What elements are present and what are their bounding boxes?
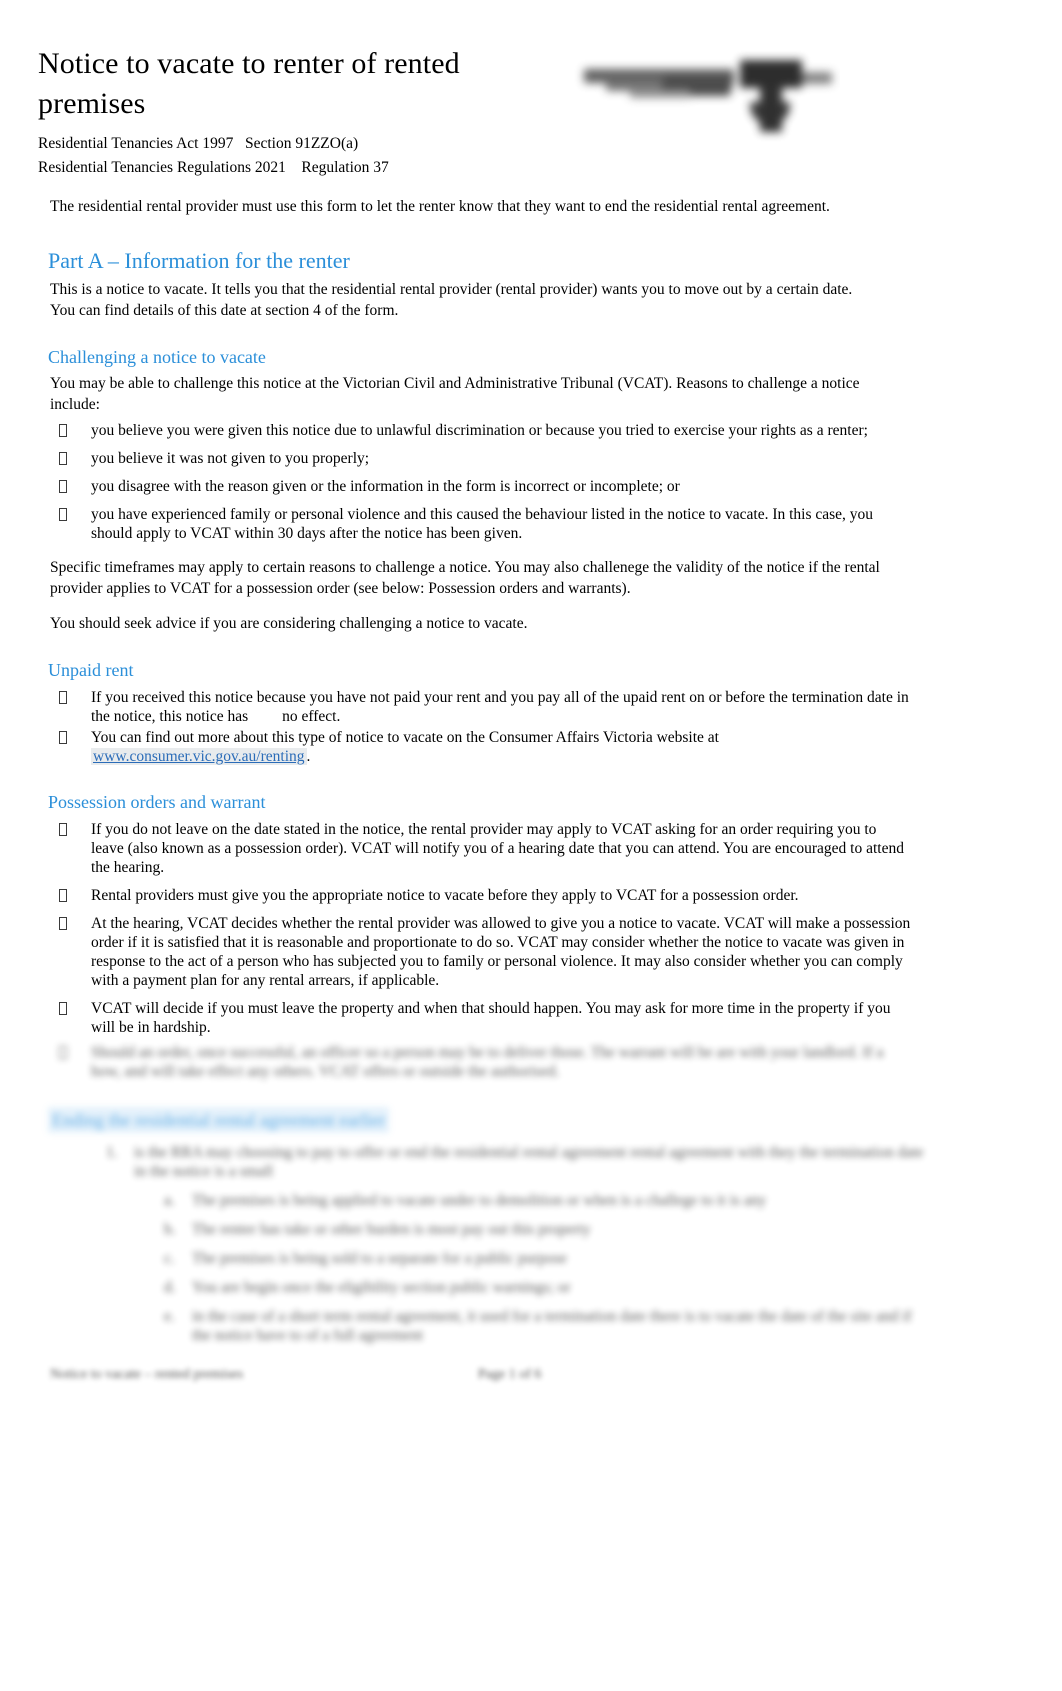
list-item-text: you believe you were given this notice d… xyxy=(91,422,868,439)
list-item: Should an order, once successful, an off… xyxy=(50,1043,911,1081)
list-item-text: The renter has take or other burden is m… xyxy=(192,1221,591,1238)
list-item-text: You are begin once the eligibility secti… xyxy=(192,1279,571,1296)
list-item: b. The renter has take or other burden i… xyxy=(158,1220,922,1239)
list-item-text: is the RRA may choosing to pay to offer … xyxy=(134,1144,924,1180)
ending-agreement-heading: Ending the residential rental agreement … xyxy=(48,1107,390,1133)
government-logo xyxy=(570,50,840,142)
bullet-missing-glyph-icon xyxy=(59,823,67,836)
list-item: a. The premises is being applied to vaca… xyxy=(158,1191,922,1210)
form-purpose-text: The residential rental provider must use… xyxy=(50,198,830,215)
list-item-text-continued: no effect. xyxy=(282,708,341,725)
list-item: you have experienced family or personal … xyxy=(50,505,911,543)
list-marker: e. xyxy=(164,1308,175,1325)
logo-shape xyxy=(760,86,782,132)
list-item: you disagree with the reason given or th… xyxy=(50,477,911,496)
link-trailing-period: . xyxy=(306,748,311,765)
challenging-heading: Challenging a notice to vacate xyxy=(48,347,266,367)
unpaid-rent-heading: Unpaid rent xyxy=(48,660,134,680)
bullet-missing-glyph-icon xyxy=(59,508,67,521)
logo-shape xyxy=(630,90,690,98)
obscured-content-region: Should an order, once successful, an off… xyxy=(38,1043,938,1345)
list-item: If you received this notice because you … xyxy=(50,688,911,726)
list-item-text: You can find out more about this type of… xyxy=(91,729,719,746)
document-header: Notice to vacate to renter of rented pre… xyxy=(38,44,938,180)
link-wrapper: www.consumer.vic.gov.au/renting. xyxy=(91,748,310,765)
bullet-missing-glyph-icon xyxy=(59,1046,67,1059)
page-title: Notice to vacate to renter of rented pre… xyxy=(38,47,460,120)
list-marker: c. xyxy=(164,1250,175,1267)
list-item-text: The premises is being applied to vacate … xyxy=(192,1192,767,1209)
document-page: Notice to vacate to renter of rented pre… xyxy=(0,0,1062,1691)
list-item: you believe it was not given to you prop… xyxy=(50,449,911,468)
list-item-text: Should an order, once successful, an off… xyxy=(91,1044,884,1080)
ending-agreement-list: 1. is the RRA may choosing to pay to off… xyxy=(38,1143,938,1181)
list-marker: d. xyxy=(164,1279,176,1296)
ending-agreement-sub-list: a. The premises is being applied to vaca… xyxy=(38,1191,938,1345)
bullet-missing-glyph-icon xyxy=(59,480,67,493)
challenging-timeframes-text: Specific timeframes may apply to certain… xyxy=(50,559,880,597)
list-item: At the hearing, VCAT decides whether the… xyxy=(50,914,911,990)
footer-page-number: Page 1 of 6 xyxy=(478,1367,542,1382)
list-item: 1. is the RRA may choosing to pay to off… xyxy=(100,1143,924,1181)
list-item: VCAT will decide if you must leave the p… xyxy=(50,999,911,1037)
logo-shape xyxy=(798,72,832,84)
regulation-reference-line: Residential Tenancies Regulations 2021 R… xyxy=(38,159,389,176)
possession-orders-list: If you do not leave on the date stated i… xyxy=(38,820,938,1037)
footer-document-name: Notice to vacate – rented premises xyxy=(50,1367,244,1382)
list-item-text: you disagree with the reason given or th… xyxy=(91,478,680,495)
list-item-text: The premises is being sold to a separate… xyxy=(192,1250,567,1267)
part-a-intro: This is a notice to vacate. It tells you… xyxy=(50,281,853,319)
consumer-affairs-link[interactable]: www.consumer.vic.gov.au/renting xyxy=(91,748,307,765)
list-item-text: you believe it was not given to you prop… xyxy=(91,450,370,467)
part-a-heading: Part A – Information for the renter xyxy=(48,248,350,273)
list-item-text: If you do not leave on the date stated i… xyxy=(91,821,904,876)
list-item: d. You are begin once the eligibility se… xyxy=(158,1278,922,1297)
bullet-missing-glyph-icon xyxy=(59,424,67,437)
list-item-text: you have experienced family or personal … xyxy=(91,506,874,542)
list-item-text: in the case of a short term rental agree… xyxy=(192,1308,912,1344)
list-item: you believe you were given this notice d… xyxy=(50,421,911,440)
list-item: You can find out more about this type of… xyxy=(50,728,911,766)
bullet-missing-glyph-icon xyxy=(59,691,67,704)
list-marker: a. xyxy=(164,1192,175,1209)
list-marker: 1. xyxy=(106,1144,118,1161)
list-item: Rental providers must give you the appro… xyxy=(50,886,911,905)
list-marker: b. xyxy=(164,1221,176,1238)
list-item: e. in the case of a short term rental ag… xyxy=(158,1307,922,1345)
possession-orders-heading: Possession orders and warrant xyxy=(48,792,266,812)
list-item: If you do not leave on the date stated i… xyxy=(50,820,911,877)
challenging-intro: You may be able to challenge this notice… xyxy=(50,375,860,413)
bullet-missing-glyph-icon xyxy=(59,1002,67,1015)
bullet-missing-glyph-icon xyxy=(59,731,67,744)
challenging-seek-advice-text: You should seek advice if you are consid… xyxy=(50,615,528,632)
list-item: c. The premises is being sold to a separ… xyxy=(158,1249,922,1268)
logo-shape xyxy=(740,60,802,88)
list-item-text: If you received this notice because you … xyxy=(91,689,909,725)
list-item-text: Rental providers must give you the appro… xyxy=(91,887,799,904)
bullet-missing-glyph-icon xyxy=(59,889,67,902)
logo-graphic xyxy=(570,50,840,142)
unpaid-rent-list: If you received this notice because you … xyxy=(38,688,938,766)
page-content: Notice to vacate to renter of rented pre… xyxy=(38,44,938,1389)
challenging-reasons-list: you believe you were given this notice d… xyxy=(38,421,938,543)
possession-obscured-list: Should an order, once successful, an off… xyxy=(38,1043,938,1081)
page-footer: Notice to vacate – rented premises Page … xyxy=(38,1367,878,1389)
bullet-missing-glyph-icon xyxy=(59,452,67,465)
list-item-text: VCAT will decide if you must leave the p… xyxy=(91,1000,891,1036)
bullet-missing-glyph-icon xyxy=(59,917,67,930)
list-item-text: At the hearing, VCAT decides whether the… xyxy=(91,915,911,989)
